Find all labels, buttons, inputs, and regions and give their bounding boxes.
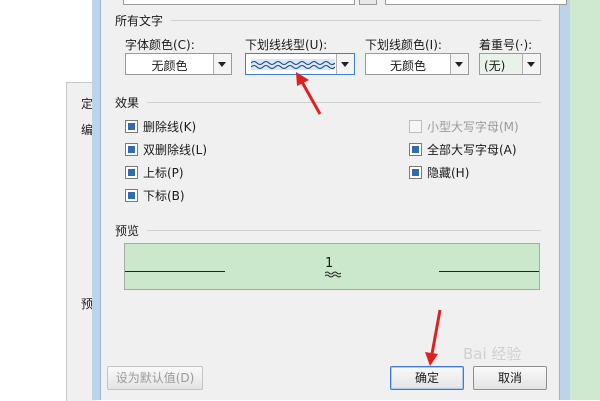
annotation-arrow-icon bbox=[296, 72, 322, 115]
watermark: Bai 经验 bbox=[463, 345, 522, 363]
annotation-arrow-icon bbox=[425, 309, 442, 366]
annotation-arrows bbox=[296, 72, 442, 366]
